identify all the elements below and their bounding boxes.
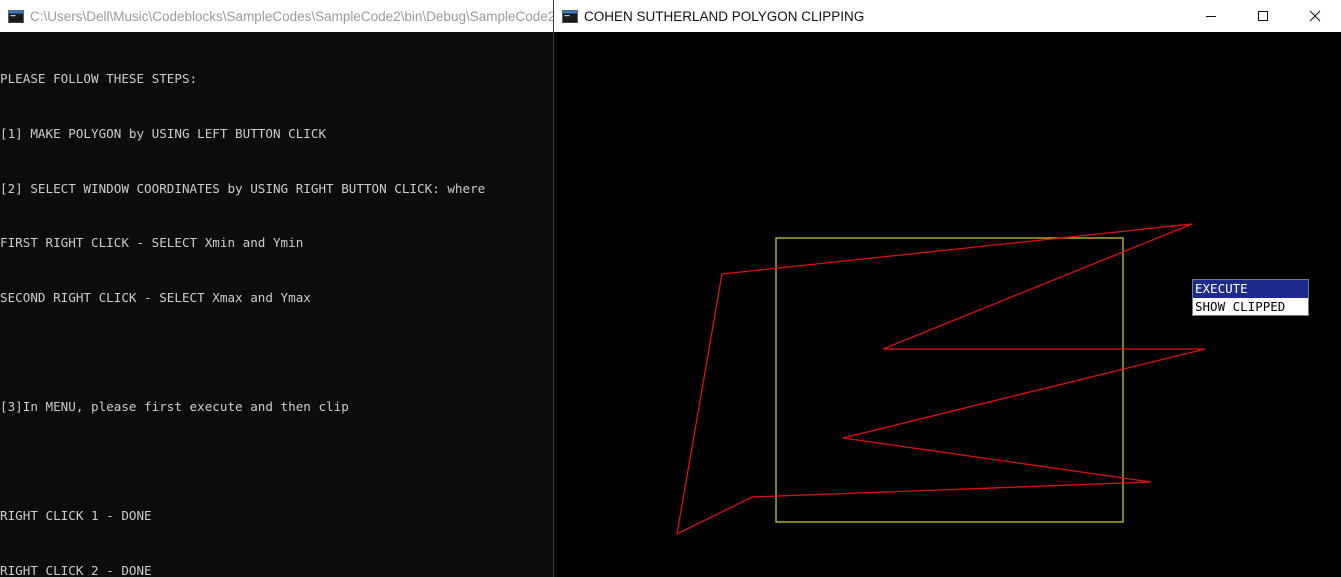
console-line: RIGHT CLICK 2 - DONE — [0, 562, 152, 577]
console-title: C:\Users\Dell\Music\Codeblocks\SampleCod… — [30, 8, 553, 24]
drawing-canvas[interactable]: EXECUTE SHOW CLIPPED — [554, 32, 1341, 577]
graphics-app-icon — [562, 9, 578, 23]
console-line: [3]In MENU, please first execute and the… — [0, 398, 349, 414]
console-titlebar[interactable]: C:\Users\Dell\Music\Codeblocks\SampleCod… — [0, 0, 553, 32]
close-icon — [1309, 10, 1321, 22]
graphics-titlebar[interactable]: COHEN SUTHERLAND POLYGON CLIPPING — [554, 0, 1341, 32]
maximize-icon — [1258, 11, 1268, 21]
console-output: PLEASE FOLLOW THESE STEPS: [1] MAKE POLY… — [0, 32, 553, 577]
console-line: SECOND RIGHT CLICK - SELECT Xmax and Yma… — [0, 289, 311, 305]
maximize-button[interactable] — [1237, 0, 1289, 32]
close-button[interactable] — [1289, 0, 1341, 32]
polygon-shape — [676, 223, 1206, 536]
console-line: RIGHT CLICK 1 - DONE — [0, 508, 152, 524]
menu-item-execute[interactable]: EXECUTE — [1193, 280, 1308, 298]
minimize-icon — [1206, 16, 1216, 17]
context-menu: EXECUTE SHOW CLIPPED — [1192, 279, 1309, 316]
graphics-title: COHEN SUTHERLAND POLYGON CLIPPING — [584, 8, 865, 24]
menu-item-show-clipped[interactable]: SHOW CLIPPED — [1193, 298, 1308, 316]
window-controls — [1185, 0, 1341, 32]
console-app-icon — [8, 9, 24, 23]
console-line: [2] SELECT WINDOW COORDINATES by USING R… — [0, 180, 486, 196]
minimize-button[interactable] — [1185, 0, 1237, 32]
graphics-window: COHEN SUTHERLAND POLYGON CLIPPING EXECUT… — [554, 0, 1341, 577]
console-line: PLEASE FOLLOW THESE STEPS: — [0, 71, 198, 87]
console-line: [1] MAKE POLYGON by USING LEFT BUTTON CL… — [0, 126, 327, 141]
console-window: C:\Users\Dell\Music\Codeblocks\SampleCod… — [0, 0, 553, 577]
clip-window-rectangle — [775, 237, 1124, 523]
console-line: FIRST RIGHT CLICK - SELECT Xmin and Ymin — [0, 235, 304, 251]
